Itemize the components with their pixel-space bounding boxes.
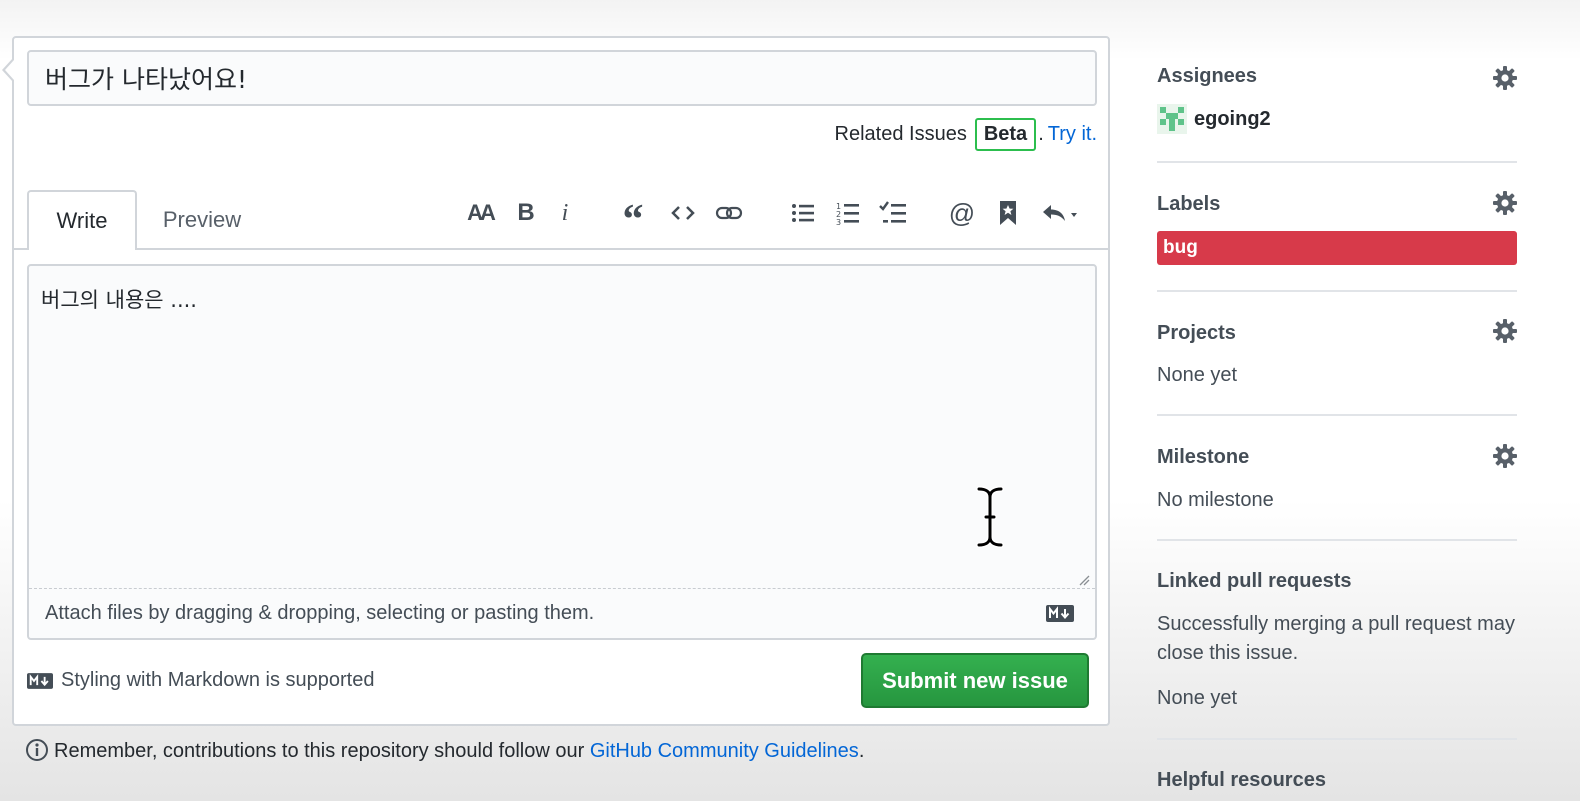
form-pointer-inner	[5, 60, 14, 80]
attach-divider	[29, 588, 1095, 589]
code-icon[interactable]	[668, 196, 698, 230]
link-icon[interactable]	[713, 196, 745, 230]
sidebar-divider	[1157, 738, 1517, 740]
beta-badge: Beta	[974, 118, 1037, 151]
attach-files-hint[interactable]: Attach files by dragging & dropping, sel…	[45, 602, 594, 625]
sidebar-divider	[1157, 539, 1517, 541]
italic-icon[interactable]: i	[553, 196, 577, 230]
label-bug[interactable]: bug	[1157, 231, 1517, 265]
submit-new-issue-button[interactable]: Submit new issue	[861, 653, 1089, 708]
guidelines-suffix: .	[858, 740, 865, 762]
info-icon	[26, 739, 48, 761]
tab-write[interactable]: Write	[27, 190, 137, 250]
sidebar-divider	[1157, 290, 1517, 292]
quote-icon[interactable]: “	[616, 196, 650, 243]
milestone-value: No milestone	[1157, 489, 1274, 511]
saved-reply-icon[interactable]	[996, 196, 1020, 230]
resize-grip-icon[interactable]	[1078, 574, 1090, 586]
linked-prs-heading: Linked pull requests	[1157, 570, 1352, 592]
sidebar-divider	[1157, 414, 1517, 416]
helpful-resources-heading: Helpful resources	[1157, 769, 1326, 791]
related-issues: Related Issues Beta . Try it.	[835, 118, 1097, 151]
gear-icon[interactable]	[1492, 318, 1518, 344]
related-separator: .	[1038, 123, 1044, 145]
issue-title-input[interactable]	[27, 50, 1097, 106]
linked-prs-description: Successfully merging a pull request may …	[1157, 613, 1515, 664]
labels-heading[interactable]: Labels	[1157, 193, 1220, 216]
linked-prs-value: None yet	[1157, 687, 1238, 709]
text-size-icon[interactable]: AA	[463, 196, 497, 230]
markdown-supported-note[interactable]: Styling with Markdown is supported	[61, 669, 374, 692]
guidelines-prefix: Remember, contributions to this reposito…	[54, 740, 590, 762]
reply-dropdown-icon[interactable]	[1040, 196, 1086, 230]
projects-value: None yet	[1157, 364, 1238, 386]
projects-heading[interactable]: Projects	[1157, 322, 1236, 345]
bulleted-list-icon[interactable]	[789, 196, 817, 230]
community-guidelines-link[interactable]: GitHub Community Guidelines	[590, 740, 859, 762]
text-cursor-icon	[976, 486, 1004, 548]
gear-icon[interactable]	[1492, 190, 1518, 216]
sidebar-divider	[1157, 161, 1517, 163]
guidelines-note: Remember, contributions to this reposito…	[54, 740, 864, 763]
milestone-heading[interactable]: Milestone	[1157, 446, 1249, 469]
mention-icon[interactable]: @	[946, 196, 978, 230]
tab-preview[interactable]: Preview	[142, 190, 262, 250]
bold-icon[interactable]: B	[512, 196, 540, 230]
related-issues-label: Related Issues	[834, 123, 967, 145]
markdown-icon	[27, 673, 53, 689]
assignee-name[interactable]: egoing2	[1194, 108, 1271, 131]
try-it-link[interactable]: Try it.	[1048, 123, 1097, 146]
numbered-list-icon[interactable]: 123	[834, 196, 862, 230]
gear-icon[interactable]	[1492, 65, 1518, 91]
task-list-icon[interactable]	[877, 196, 909, 230]
svg-text:3: 3	[836, 218, 841, 225]
avatar[interactable]	[1157, 104, 1187, 134]
markdown-icon	[1046, 605, 1074, 622]
gear-icon[interactable]	[1492, 443, 1518, 469]
assignees-heading[interactable]: Assignees	[1157, 65, 1257, 88]
issue-body-text[interactable]: 버그의 내용은 ....	[41, 284, 197, 314]
issue-body-textarea[interactable]	[27, 264, 1097, 640]
